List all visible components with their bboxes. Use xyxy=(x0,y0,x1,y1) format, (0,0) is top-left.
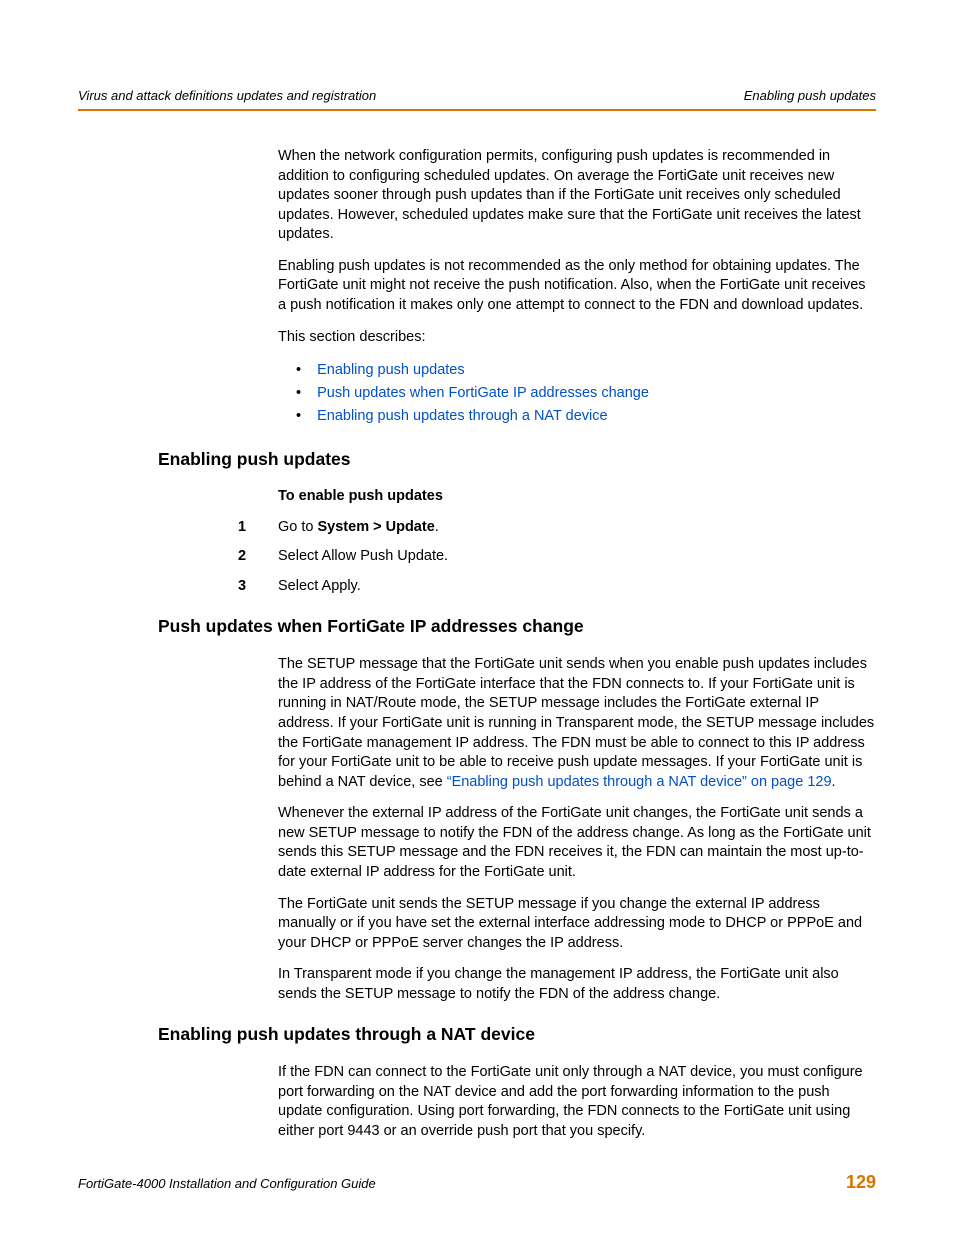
link-enabling-push-updates-nat-ref[interactable]: “Enabling push updates through a NAT dev… xyxy=(447,774,832,790)
intro-paragraph-3: This section describes: xyxy=(278,328,876,348)
sec2-paragraph-3: The FortiGate unit sends the SETUP messa… xyxy=(278,895,876,954)
heading-push-updates-ip-change: Push updates when FortiGate IP addresses… xyxy=(158,616,876,637)
step-number: 3 xyxy=(238,577,278,597)
toc-link-enabling-push-updates[interactable]: Enabling push updates xyxy=(317,362,465,378)
step-text: Select Allow Push Update. xyxy=(278,547,876,567)
heading-push-updates-nat: Enabling push updates through a NAT devi… xyxy=(158,1024,876,1045)
step-text: Select Apply. xyxy=(278,577,876,597)
footer-title: FortiGate-4000 Installation and Configur… xyxy=(78,1176,376,1191)
page-footer: FortiGate-4000 Installation and Configur… xyxy=(78,1172,876,1193)
page-number: 129 xyxy=(846,1172,876,1193)
heading-enabling-push-updates: Enabling push updates xyxy=(158,449,876,470)
header-right: Enabling push updates xyxy=(744,88,876,103)
sec3-paragraph-1: If the FDN can connect to the FortiGate … xyxy=(278,1063,876,1141)
sec2-paragraph-1: The SETUP message that the FortiGate uni… xyxy=(278,655,876,792)
subheading-to-enable-push-updates: To enable push updates xyxy=(278,488,876,504)
page-header: Virus and attack definitions updates and… xyxy=(78,88,876,111)
intro-paragraph-2: Enabling push updates is not recommended… xyxy=(278,257,876,316)
steps-list: 1 Go to System > Update. 2 Select Allow … xyxy=(238,518,876,597)
intro-paragraph-1: When the network configuration permits, … xyxy=(278,147,876,245)
step-number: 1 xyxy=(238,518,278,538)
sec2-paragraph-4: In Transparent mode if you change the ma… xyxy=(278,965,876,1004)
header-left: Virus and attack definitions updates and… xyxy=(78,88,376,103)
toc-link-push-updates-nat[interactable]: Enabling push updates through a NAT devi… xyxy=(317,408,607,424)
toc-link-push-updates-ip-change[interactable]: Push updates when FortiGate IP addresses… xyxy=(317,385,649,401)
sec2-paragraph-2: Whenever the external IP address of the … xyxy=(278,804,876,882)
step-text: Go to System > Update. xyxy=(278,518,876,538)
step-number: 2 xyxy=(238,547,278,567)
section-toc: Enabling push updates Push updates when … xyxy=(296,359,876,429)
